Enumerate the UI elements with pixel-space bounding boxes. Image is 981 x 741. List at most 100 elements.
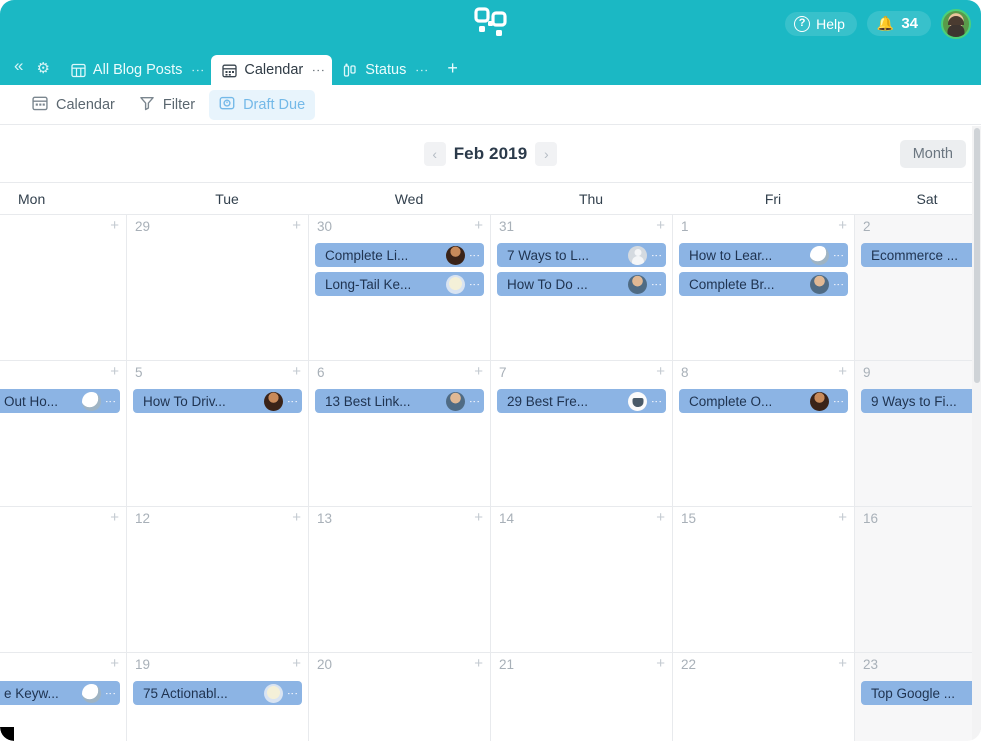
user-avatar[interactable] [941,8,971,39]
calendar-scrollbar-thumb[interactable] [974,128,980,383]
calendar-day-cell[interactable]: 20 + [309,653,491,741]
event-menu-icon[interactable]: ⋮ [647,396,663,407]
add-event-button[interactable]: + [292,656,301,671]
calendar-day-cell[interactable]: 14 + [491,507,673,652]
calendar-day-cell[interactable]: 22 + [673,653,855,741]
calendar-event[interactable]: 7 Ways to L... ⋮ [497,243,666,267]
toolbar-item-calendar[interactable]: Calendar [22,90,125,120]
event-menu-icon[interactable]: ⋮ [829,250,845,261]
add-event-button[interactable]: + [474,218,483,233]
calendar-day-cell[interactable]: 6 +13 Best Link... ⋮ [309,361,491,506]
calendar-day-cell[interactable]: 23 Top Google ... [855,653,981,741]
notifications-button[interactable]: 🔔 34 [866,11,931,36]
event-menu-icon[interactable]: ⋮ [829,279,845,290]
calendar-day-cell[interactable]: 5 + How To Driv... ⋮ [127,361,309,506]
calendar-day-cell[interactable]: 29 + [127,215,309,360]
calendar-day-cell[interactable]: 99 Ways to Fi... [855,361,981,506]
add-event-button[interactable]: + [656,364,665,379]
event-menu-icon[interactable]: ⋮ [647,250,663,261]
tab-all-blog-posts[interactable]: All Blog Posts ⋮ [60,55,211,85]
event-title: Complete Li... [325,247,409,263]
calendar-day-cell[interactable]: 15 + [673,507,855,652]
calendar-day-cell[interactable]: 8 + Complete O... ⋮ [673,361,855,506]
tab-calendar[interactable]: Calendar ⋮ [211,55,333,85]
add-event-button[interactable]: + [292,510,301,525]
calendar-event[interactable]: Complete O... ⋮ [679,389,848,413]
calendar-event[interactable]: Top Google ... [861,681,981,705]
gear-icon[interactable]: ⚙ [30,59,59,85]
calendar-event[interactable]: Ecommerce ... [861,243,981,267]
calendar-event[interactable]: Complete Br... ⋮ [679,272,848,296]
add-event-button[interactable]: + [110,510,119,525]
calendar-day-cell[interactable]: 31 +7 Ways to L... ⋮ How To Do ... ⋮ [491,215,673,360]
calendar-day-cell[interactable]: 16 [855,507,981,652]
calendar-event[interactable]: Long-Tail Ke... ⋮ [315,272,484,296]
add-event-button[interactable]: + [110,218,119,233]
add-event-button[interactable]: + [110,364,119,379]
event-menu-icon[interactable]: ⋮ [101,396,117,407]
add-event-button[interactable]: + [656,510,665,525]
add-event-button[interactable]: + [838,656,847,671]
event-menu-icon[interactable]: ⋮ [647,279,663,290]
event-menu-icon[interactable]: ⋮ [283,688,299,699]
event-menu-icon[interactable]: ⋮ [829,396,845,407]
calendar-day-cell[interactable]: + [0,215,127,360]
add-event-button[interactable]: + [110,656,119,671]
calendar-vertical-scrollbar[interactable] [972,126,981,741]
add-view-button[interactable]: + [435,58,470,85]
calendar-day-cell[interactable]: 19 +75 Actionabl... ⋮ [127,653,309,741]
add-event-button[interactable]: + [474,364,483,379]
calendar-event[interactable]: How To Do ... ⋮ [497,272,666,296]
event-menu-icon[interactable]: ⋮ [101,688,117,699]
event-assignee-avatar [446,391,465,411]
add-event-button[interactable]: + [474,656,483,671]
collapse-sidebar-icon[interactable]: « [12,56,30,85]
calendar-event[interactable]: e Keyw... ⋮ [0,681,120,705]
tab-menu-icon[interactable]: ⋮ [413,64,429,77]
calendar-event[interactable]: 13 Best Link... ⋮ [315,389,484,413]
tab-status[interactable]: Status ⋮ [332,55,435,85]
event-menu-icon[interactable]: ⋮ [283,396,299,407]
calendar-event[interactable]: Complete Li... ⋮ [315,243,484,267]
calendar-day-cell[interactable]: 13 + [309,507,491,652]
add-event-button[interactable]: + [292,364,301,379]
calendar-week-row: +12 +13 +14 +15 +16 [0,507,981,653]
add-event-button[interactable]: + [838,218,847,233]
event-menu-icon[interactable]: ⋮ [465,396,481,407]
calendar-event[interactable]: 9 Ways to Fi... [861,389,981,413]
add-event-button[interactable]: + [838,510,847,525]
event-assignee-avatar [446,245,465,265]
calendar-event[interactable]: How To Driv... ⋮ [133,389,302,413]
add-event-button[interactable]: + [838,364,847,379]
next-month-button[interactable]: › [535,141,558,166]
view-mode-button[interactable]: Month [899,139,966,168]
toolbar-item-filter[interactable]: Filter [129,90,205,120]
calendar-day-cell[interactable]: + e Keyw... ⋮ [0,653,127,741]
calendar-day-cell[interactable]: 1 + How to Lear... ⋮ Complete Br... ⋮ [673,215,855,360]
app-logo[interactable] [473,7,508,40]
add-event-button[interactable]: + [656,656,665,671]
calendar-day-cell[interactable]: + [0,507,127,652]
tab-menu-icon[interactable]: ⋮ [189,64,205,77]
event-menu-icon[interactable]: ⋮ [465,279,481,290]
toolbar-item-draft-due[interactable]: Draft Due [209,89,316,120]
prev-month-button[interactable]: ‹ [423,141,446,166]
calendar-day-cell[interactable]: 21 + [491,653,673,741]
calendar-event[interactable]: How to Lear... ⋮ [679,243,848,267]
add-event-button[interactable]: + [474,510,483,525]
calendar-day-cell[interactable]: 30 + Complete Li... ⋮ Long-Tail Ke... ⋮ [309,215,491,360]
event-title: Long-Tail Ke... [325,276,412,292]
calendar-day-cell[interactable]: + Out Ho... ⋮ [0,361,127,506]
tab-menu-icon[interactable]: ⋮ [310,64,326,77]
calendar-day-cell[interactable]: 12 + [127,507,309,652]
calendar-day-cell[interactable]: 7 +29 Best Fre... ⋮ [491,361,673,506]
calendar-event[interactable]: Out Ho... ⋮ [0,389,120,413]
tab-label: Status [365,62,407,78]
calendar-event[interactable]: 29 Best Fre... ⋮ [497,389,666,413]
add-event-button[interactable]: + [656,218,665,233]
event-menu-icon[interactable]: ⋮ [465,250,481,261]
help-button[interactable]: ? Help [785,11,857,36]
add-event-button[interactable]: + [292,218,301,233]
calendar-day-cell[interactable]: 2 Ecommerce ... [855,215,981,360]
calendar-event[interactable]: 75 Actionabl... ⋮ [133,681,302,705]
